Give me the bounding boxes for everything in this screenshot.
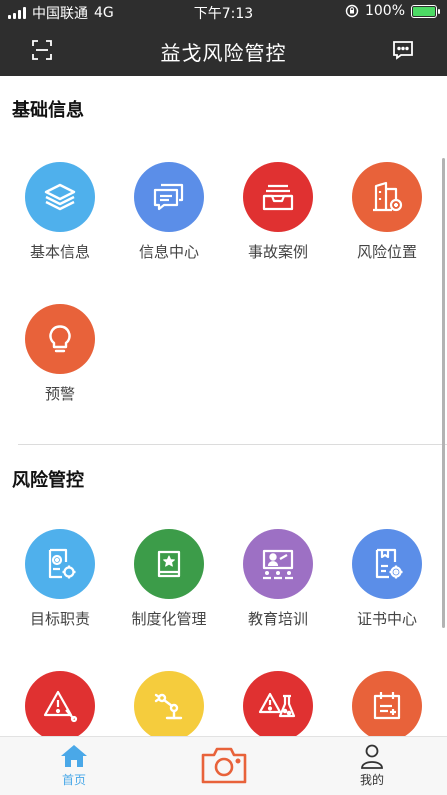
battery-fill xyxy=(413,6,435,16)
grid-item-basic-info[interactable]: 基本信息 xyxy=(10,162,110,262)
accident-cases-circle xyxy=(243,162,313,232)
grid-item-target-duty[interactable]: 目标职责 xyxy=(10,529,110,629)
grid-item-calendar-note[interactable] xyxy=(337,671,437,736)
risk-location-circle xyxy=(352,162,422,232)
grid-item-label: 制度化管理 xyxy=(131,610,207,628)
chemical-hazard-circle xyxy=(243,671,313,736)
certificate-center-circle xyxy=(352,529,422,599)
orientation-lock-icon xyxy=(345,4,359,18)
grid-item-accident-cases[interactable]: 事故案例 xyxy=(228,162,328,262)
grid-item-education-training[interactable]: 教育培训 xyxy=(228,529,328,629)
user-icon xyxy=(361,744,383,769)
chemical-warning-icon xyxy=(258,692,296,718)
warning-circle xyxy=(25,304,95,374)
grid-item-info-center[interactable]: 信息中心 xyxy=(119,162,219,262)
layers-icon xyxy=(44,183,76,211)
app-header: 益戈风险管控 xyxy=(0,24,447,76)
grid-item-risk-location[interactable]: 风险位置 xyxy=(337,162,437,262)
camera-icon xyxy=(201,747,247,784)
grid-item-label: 信息中心 xyxy=(138,243,199,261)
building-location-icon xyxy=(373,181,403,212)
message-icon xyxy=(393,41,413,60)
camera-button[interactable] xyxy=(200,745,248,789)
inbox-icon xyxy=(262,184,294,211)
status-bar: 中国联通 4G 下午7:13 100% xyxy=(0,0,447,24)
book-star-icon xyxy=(157,550,181,578)
page-title: 益戈风险管控 xyxy=(160,41,287,65)
section-divider xyxy=(18,444,447,445)
grid-item-robot-arm[interactable] xyxy=(119,671,219,736)
hazard-tools-circle xyxy=(25,671,95,736)
section-title-risk-control: 风险管控 xyxy=(12,470,84,491)
warning-tools-icon xyxy=(43,690,78,723)
grid-item-certificate-center[interactable]: 证书中心 xyxy=(337,529,437,629)
institutional-management-circle xyxy=(134,529,204,599)
status-right: 100% xyxy=(345,3,440,19)
section-title-basic-info: 基础信息 xyxy=(12,100,84,121)
message-button[interactable] xyxy=(389,36,417,64)
battery-label: 100% xyxy=(364,3,405,19)
home-icon xyxy=(61,745,87,767)
grid-item-institutional-management[interactable]: 制度化管理 xyxy=(119,529,219,629)
tab-mine[interactable]: 我的 xyxy=(332,743,412,788)
grid-item-label: 风险位置 xyxy=(356,243,417,261)
certificate-gear-icon xyxy=(375,548,403,579)
grid-item-label: 基本信息 xyxy=(29,243,90,261)
tab-home[interactable]: 首页 xyxy=(34,743,114,788)
tab-home-label: 首页 xyxy=(61,773,86,787)
training-board-icon xyxy=(262,549,294,580)
robot-arm-circle xyxy=(134,671,204,736)
messages-icon xyxy=(153,183,184,211)
grid-item-label: 事故案例 xyxy=(247,243,308,261)
scrollbar[interactable] xyxy=(442,158,445,628)
grid-item-label: 目标职责 xyxy=(29,610,90,628)
grid-item-hazard-tools[interactable] xyxy=(10,671,110,736)
target-duty-circle xyxy=(25,529,95,599)
robot-arm-icon xyxy=(154,693,183,720)
tab-bar: 首页 我的 xyxy=(0,736,447,795)
target-doc-icon xyxy=(48,548,76,579)
basic-info-circle xyxy=(25,162,95,232)
info-center-circle xyxy=(134,162,204,232)
battery-icon xyxy=(411,4,440,18)
grid-item-label: 教育培训 xyxy=(247,610,308,628)
grid-item-label: 预警 xyxy=(44,385,75,403)
main-content[interactable]: 基础信息 基本信息 信息中心 事故案例 风险位置 预警 风险管控 目标职责 制度… xyxy=(0,76,447,736)
grid-item-label: 证书中心 xyxy=(356,610,417,628)
calendar-note-circle xyxy=(352,671,422,736)
education-training-circle xyxy=(243,529,313,599)
calendar-note-icon xyxy=(373,692,401,720)
tab-mine-label: 我的 xyxy=(359,773,384,787)
grid-item-warning[interactable]: 预警 xyxy=(10,304,110,404)
lightbulb-icon xyxy=(49,325,71,353)
grid-item-chemical-hazard[interactable] xyxy=(228,671,328,736)
